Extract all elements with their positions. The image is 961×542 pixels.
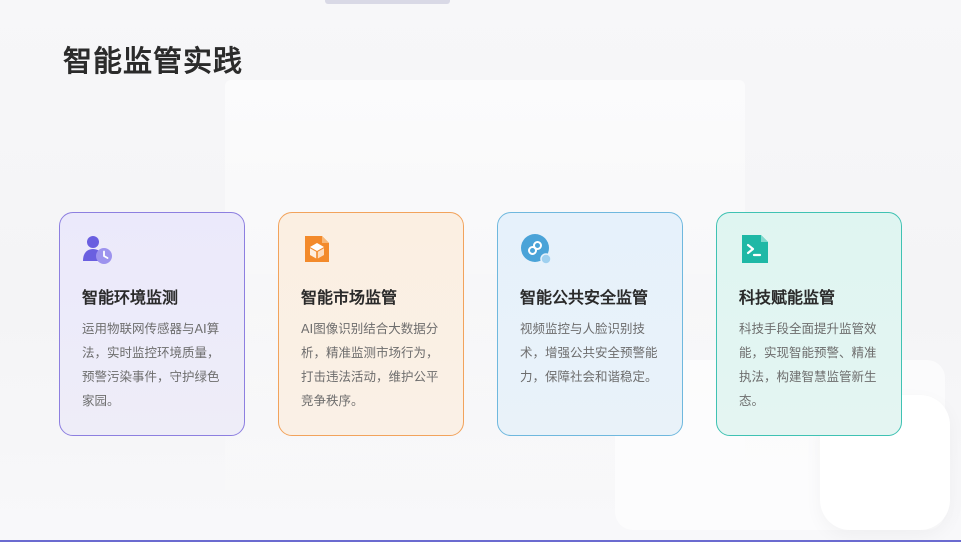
card-title: 智能环境监测 [82, 288, 179, 307]
feature-card-tech-empowerment: 科技赋能监管 科技手段全面提升监管效能，实现智能预警、精准执法，构建智慧监管新生… [716, 212, 902, 436]
card-title: 智能公共安全监管 [520, 288, 649, 307]
terminal-file-icon [739, 233, 881, 265]
top-decoration-bar [325, 0, 450, 4]
feature-card-market: 智能市场监管 AI图像识别结合大数据分析，精准监测市场行为，打击违法活动，维护公… [278, 212, 464, 436]
feature-card-public-safety: 智能公共安全监管 视频监控与人脸识别技术，增强公共安全预警能力，保障社会和谐稳定… [497, 212, 683, 436]
card-description: 视频监控与人脸识别技术，增强公共安全预警能力，保障社会和谐稳定。 [520, 321, 658, 384]
link-icon [520, 233, 662, 265]
card-title: 智能市场监管 [301, 288, 398, 307]
feature-card-environment: 智能环境监测 运用物联网传感器与AI算法，实时监控环境质量，预警污染事件，守护绿… [59, 212, 245, 436]
card-description: 科技手段全面提升监管效能，实现智能预警、精准执法，构建智慧监管新生态。 [739, 321, 877, 408]
card-description: 运用物联网传感器与AI算法，实时监控环境质量，预警污染事件，守护绿色家园。 [82, 321, 220, 408]
package-icon [301, 233, 443, 265]
card-description: AI图像识别结合大数据分析，精准监测市场行为，打击违法活动，维护公平竞争秩序。 [301, 321, 439, 408]
card-title: 科技赋能监管 [739, 288, 836, 307]
page-title: 智能监管实践 [63, 44, 244, 78]
user-clock-icon [82, 233, 224, 265]
